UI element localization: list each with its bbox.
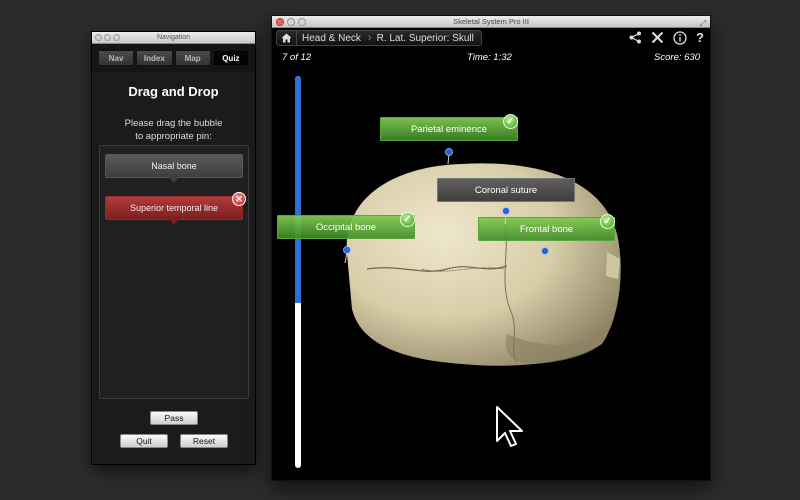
main-titlebar: Skeletal System Pro III ⤢	[272, 16, 710, 28]
home-button[interactable]	[277, 31, 297, 45]
mouse-cursor-icon	[496, 406, 523, 447]
bubble-tray: Nasal bone Superior temporal line ✕	[99, 145, 249, 399]
tab-nav[interactable]: Nav	[98, 50, 135, 66]
info-icon[interactable]	[673, 30, 687, 45]
zoom-button[interactable]	[298, 18, 306, 26]
breadcrumb-skull-view[interactable]: R. Lat. Superior: Skull	[372, 31, 481, 45]
timer: Time: 1:32	[467, 52, 512, 63]
window-controls	[276, 18, 306, 26]
bubble-label: Superior temporal line	[129, 203, 219, 213]
label-occipital-bone: Occipital bone ✓	[277, 212, 415, 239]
wrong-x-icon: ✕	[232, 192, 246, 206]
label-coronal-suture[interactable]: Coronal suture	[437, 178, 575, 202]
navigation-window: Navigation Nav Index Map Quiz Drag and D…	[91, 31, 256, 465]
zoom-button[interactable]	[113, 34, 120, 41]
quiz-status-row: 7 of 12 Time: 1:32 Score: 630	[272, 48, 710, 64]
question-progress: 7 of 12	[282, 52, 312, 63]
check-icon: ✓	[503, 114, 518, 129]
navigation-title: Navigation	[156, 34, 191, 41]
minimize-button[interactable]	[104, 34, 111, 41]
label-parietal-eminence: Parietal eminence ✓	[380, 114, 518, 141]
skull-stage: Parietal eminence ✓ Coronal suture Occip…	[272, 64, 712, 482]
share-icon[interactable]	[629, 31, 642, 44]
quit-button[interactable]: Quit	[120, 434, 168, 448]
toolbar: Head & Neck › R. Lat. Superior: Skull ?	[272, 28, 710, 48]
quiz-heading: Drag and Drop	[128, 84, 219, 99]
breadcrumb: Head & Neck › R. Lat. Superior: Skull	[276, 30, 482, 46]
main-window: Skeletal System Pro III ⤢ Head & Neck › …	[271, 15, 711, 481]
bubble-label: Nasal bone	[151, 161, 197, 171]
close-button[interactable]	[276, 18, 284, 26]
share-glyph	[629, 31, 642, 44]
label-text: Parietal eminence	[410, 123, 488, 135]
help-icon[interactable]: ?	[696, 30, 704, 45]
close-button[interactable]	[95, 34, 102, 41]
reset-button[interactable]: Reset	[180, 434, 228, 448]
instruction-line-1: Please drag the bubble	[124, 118, 223, 129]
bubble-nasal-bone[interactable]: Nasal bone	[105, 154, 243, 183]
tab-map[interactable]: Map	[174, 50, 211, 66]
check-icon: ✓	[400, 212, 415, 227]
label-frontal-bone: Frontal bone ✓	[478, 214, 615, 241]
pass-button[interactable]: Pass	[150, 411, 198, 425]
label-text: Occipital bone	[315, 221, 377, 233]
tab-quiz[interactable]: Quiz	[212, 50, 249, 66]
score: Score: 630	[654, 52, 700, 63]
label-text: Frontal bone	[519, 223, 574, 235]
nav-tab-bar: Nav Index Map Quiz	[92, 44, 255, 72]
breadcrumb-head-neck[interactable]: Head & Neck	[297, 31, 368, 45]
info-glyph	[673, 30, 687, 45]
minimize-button[interactable]	[287, 18, 295, 26]
toolbar-icons: ?	[629, 30, 704, 45]
instruction-line-2: to appropriate pin:	[135, 131, 212, 142]
home-icon	[281, 33, 292, 43]
label-text: Coronal suture	[474, 184, 538, 196]
quiz-instruction: Please drag the bubble to appropriate pi…	[92, 117, 255, 143]
check-icon: ✓	[600, 214, 615, 229]
tab-index[interactable]: Index	[136, 50, 173, 66]
window-controls	[95, 34, 120, 41]
tools-glyph	[651, 31, 664, 44]
navigation-titlebar: Navigation	[92, 32, 255, 44]
app-title: Skeletal System Pro III	[453, 17, 529, 26]
tools-icon[interactable]	[651, 31, 664, 44]
bubble-superior-temporal-line[interactable]: Superior temporal line ✕	[105, 192, 246, 225]
